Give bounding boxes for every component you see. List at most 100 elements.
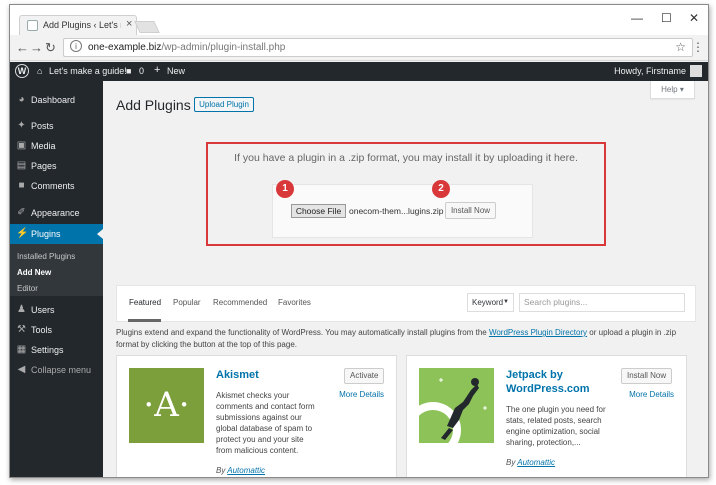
sidebar-item-users[interactable]: ♟ Users xyxy=(10,300,103,320)
back-arrow-icon[interactable]: ← xyxy=(16,40,29,55)
reload-icon[interactable]: ↻ xyxy=(45,40,56,56)
new-content-link[interactable]: New xyxy=(167,66,185,76)
tab-favorites[interactable]: Favorites xyxy=(278,298,311,307)
plugin-filter-bar: Featured Popular Recommended Favorites K… xyxy=(116,285,696,322)
plugin-name[interactable]: Akismet xyxy=(216,368,259,382)
settings-icon: ▦ xyxy=(16,344,27,355)
step-badge-1: 1 xyxy=(276,180,294,198)
sidebar-item-label: Plugins xyxy=(31,229,61,239)
bookmark-star-icon[interactable]: ☆ xyxy=(675,40,686,54)
avatar[interactable] xyxy=(690,65,702,77)
close-window-button[interactable]: ✕ xyxy=(689,11,699,25)
akismet-logo-icon[interactable]: ·A· xyxy=(129,368,204,443)
plugin-card-jetpack: Jetpack by WordPress.com The one plugin … xyxy=(405,355,687,477)
brush-icon: ✐ xyxy=(17,207,26,218)
page-title: Add Plugins xyxy=(116,97,191,113)
dashboard-icon: ◕ xyxy=(18,94,25,105)
home-icon: ⌂ xyxy=(37,66,43,76)
collapse-icon: ◀ xyxy=(17,364,26,375)
wordpress-logo-icon[interactable]: W xyxy=(15,64,29,78)
help-tab[interactable]: Help ▾ xyxy=(650,81,695,99)
intro-text: Plugins extend and expand the functional… xyxy=(116,328,677,349)
plugin-author: By Automattic xyxy=(216,466,266,475)
sidebar-item-media[interactable]: ▣ Media xyxy=(10,136,103,156)
author-link[interactable]: Automattic xyxy=(227,466,265,475)
install-now-button[interactable]: Install Now xyxy=(621,368,673,384)
browser-menu-icon[interactable]: ⋮ xyxy=(692,40,704,54)
pin-icon: ✦ xyxy=(17,120,26,131)
sidebar-item-label: Media xyxy=(31,141,56,151)
upload-form: Choose File onecom-them...lugins.zip Ins… xyxy=(272,184,533,238)
sidebar-item-label: Settings xyxy=(31,345,64,355)
search-type-value: Keyword xyxy=(472,298,504,307)
tab-close-icon[interactable]: × xyxy=(126,18,132,30)
submenu-editor[interactable]: Editor xyxy=(17,284,38,293)
sidebar-item-appearance[interactable]: ✐ Appearance xyxy=(10,203,103,223)
plugin-name[interactable]: Jetpack by WordPress.com xyxy=(506,368,606,396)
step-badge-2: 2 xyxy=(432,180,450,198)
howdy-user-link[interactable]: Howdy, Firstname xyxy=(614,66,686,76)
admin-sidebar: ◕ Dashboard ✦ Posts ▣ Media ▤ Pages ■ Co… xyxy=(10,81,103,477)
minimize-button[interactable]: — xyxy=(631,11,643,25)
upload-highlight-box: If you have a plugin in a .zip format, y… xyxy=(206,142,606,246)
sidebar-item-label: Pages xyxy=(31,161,57,171)
install-now-button[interactable]: Install Now xyxy=(445,202,496,219)
more-details-link[interactable]: More Details xyxy=(629,390,674,399)
sidebar-item-label: Posts xyxy=(31,121,54,131)
media-icon: ▣ xyxy=(16,140,27,151)
sidebar-item-dashboard[interactable]: ◕ Dashboard xyxy=(10,90,103,110)
sidebar-item-label: Appearance xyxy=(31,208,80,218)
sidebar-item-label: Comments xyxy=(31,181,75,191)
sidebar-item-collapse[interactable]: ◀ Collapse menu xyxy=(10,360,103,380)
more-details-link[interactable]: More Details xyxy=(339,390,384,399)
search-type-select[interactable]: Keyword ▼ xyxy=(467,293,514,312)
sidebar-item-pages[interactable]: ▤ Pages xyxy=(10,156,103,176)
tab-recommended[interactable]: Recommended xyxy=(213,298,267,307)
browser-titlebar: Add Plugins ‹ Let's make a × — ☐ ✕ xyxy=(10,5,708,35)
caret-down-icon: ▼ xyxy=(503,299,509,305)
sidebar-item-settings[interactable]: ▦ Settings xyxy=(10,340,103,360)
search-plugins-input[interactable]: Search plugins... xyxy=(519,293,685,312)
plugin-card-akismet: ·A· Akismet Akismet checks your comments… xyxy=(116,355,397,477)
comment-bubble-icon[interactable]: ■ xyxy=(126,66,131,76)
user-icon: ♟ xyxy=(17,304,26,315)
tab-popular[interactable]: Popular xyxy=(173,298,201,307)
comments-count[interactable]: 0 xyxy=(139,66,144,76)
browser-window: Add Plugins ‹ Let's make a × — ☐ ✕ ← → ↻… xyxy=(9,4,709,478)
jetpack-logo-icon[interactable] xyxy=(405,368,494,458)
activate-button[interactable]: Activate xyxy=(344,368,385,384)
submenu-installed-plugins[interactable]: Installed Plugins xyxy=(17,252,75,261)
upload-instructions: If you have a plugin in a .zip format, y… xyxy=(234,152,578,164)
plugin-author: By Automattic xyxy=(506,458,556,467)
maximize-button[interactable]: ☐ xyxy=(661,11,672,25)
author-link[interactable]: Automattic xyxy=(517,458,555,467)
tab-featured[interactable]: Featured xyxy=(129,298,161,307)
info-icon[interactable]: i xyxy=(70,40,82,52)
sidebar-item-plugins[interactable]: ⚡ Plugins xyxy=(10,224,103,244)
choose-file-button[interactable]: Choose File xyxy=(291,204,346,218)
sidebar-item-tools[interactable]: ⚒ Tools xyxy=(10,320,103,340)
wp-admin-bar: W ⌂ Let's make a guide! ■ 0 + New Howdy,… xyxy=(10,62,708,81)
sidebar-item-label: Users xyxy=(31,305,55,315)
selected-file-name: onecom-them...lugins.zip xyxy=(349,206,444,216)
active-tab-indicator xyxy=(128,319,161,322)
comments-icon: ■ xyxy=(18,180,25,191)
sidebar-item-comments[interactable]: ■ Comments xyxy=(10,176,103,196)
tab-title: Add Plugins ‹ Let's make a xyxy=(43,20,121,30)
browser-tab[interactable]: Add Plugins ‹ Let's make a × xyxy=(19,15,137,35)
url-input[interactable]: i one-example.biz/wp-admin/plugin-instal… xyxy=(63,38,693,57)
plus-icon[interactable]: + xyxy=(154,64,160,76)
sidebar-item-label: Dashboard xyxy=(31,95,76,105)
plugin-description: Akismet checks your comments and contact… xyxy=(216,391,315,455)
plugin-directory-link[interactable]: WordPress Plugin Directory xyxy=(489,328,587,337)
submenu-add-new[interactable]: Add New xyxy=(17,268,51,277)
plugins-submenu: Installed Plugins Add New Editor xyxy=(10,244,103,296)
page-favicon-icon xyxy=(27,20,38,31)
new-tab-button[interactable] xyxy=(134,21,160,33)
site-name-link[interactable]: Let's make a guide! xyxy=(49,66,127,76)
main-content: Add Plugins Upload Plugin Help ▾ If you … xyxy=(103,81,708,477)
sidebar-item-label: Tools xyxy=(31,325,53,335)
forward-arrow-icon[interactable]: → xyxy=(30,40,43,55)
sidebar-item-posts[interactable]: ✦ Posts xyxy=(10,116,103,136)
upload-plugin-button[interactable]: Upload Plugin xyxy=(194,97,254,112)
